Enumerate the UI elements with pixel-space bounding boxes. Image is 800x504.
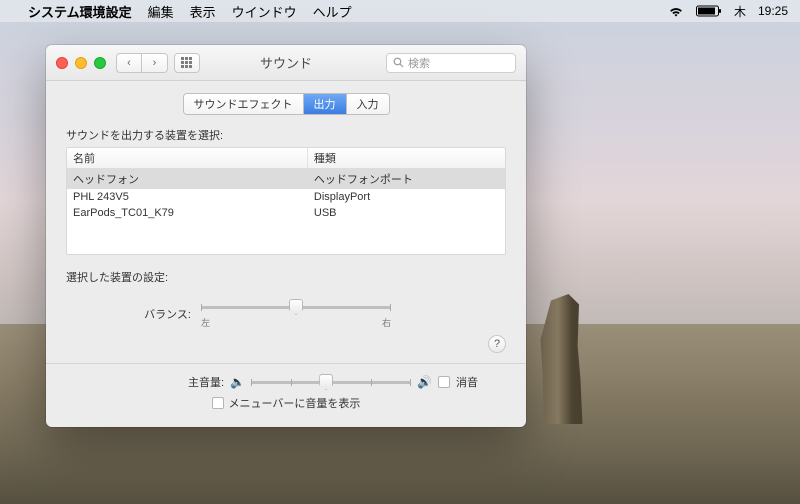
back-button[interactable]: ‹ <box>116 53 142 73</box>
menu-edit[interactable]: 編集 <box>148 2 174 21</box>
balance-right-label: 右 <box>382 316 391 329</box>
table-row[interactable]: PHL 243V5 DisplayPort <box>67 189 505 205</box>
device-select-label: サウンドを出力する装置を選択: <box>66 127 506 143</box>
column-type[interactable]: 種類 <box>308 148 505 168</box>
menu-help[interactable]: ヘルプ <box>313 2 352 21</box>
volume-slider[interactable] <box>251 374 411 390</box>
column-name[interactable]: 名前 <box>67 148 308 168</box>
search-placeholder: 検索 <box>408 55 430 71</box>
menubar: システム環境設定 編集 表示 ウインドウ ヘルプ 木 19:25 <box>0 0 800 22</box>
menu-view[interactable]: 表示 <box>190 2 216 21</box>
zoom-button[interactable] <box>94 57 106 69</box>
show-in-menubar-checkbox[interactable] <box>212 397 224 409</box>
volume-high-icon: 🔊 <box>417 375 432 389</box>
help-button[interactable]: ? <box>488 335 506 353</box>
app-name[interactable]: システム環境設定 <box>28 2 132 21</box>
preferences-window: ‹ › サウンド 検索 サウンドエフェクト 出力 入力 サウンドを出力する装置を… <box>46 45 526 427</box>
search-input[interactable]: 検索 <box>386 53 516 73</box>
battery-icon[interactable] <box>696 5 722 17</box>
tabs: サウンドエフェクト 出力 入力 <box>183 93 390 115</box>
forward-button[interactable]: › <box>142 53 168 73</box>
volume-low-icon: 🔈 <box>230 375 245 389</box>
menubar-day: 木 <box>734 3 746 20</box>
search-icon <box>393 57 404 68</box>
device-table: 名前 種類 ヘッドフォン ヘッドフォンポート PHL 243V5 Display… <box>66 147 506 255</box>
tab-sound-effects[interactable]: サウンドエフェクト <box>184 94 304 114</box>
show-in-menubar-label: メニューバーに音量を表示 <box>229 395 361 411</box>
show-all-button[interactable] <box>174 53 200 73</box>
minimize-button[interactable] <box>75 57 87 69</box>
traffic-lights <box>56 57 106 69</box>
menubar-time: 19:25 <box>758 4 788 18</box>
table-row[interactable]: EarPods_TC01_K79 USB <box>67 205 505 221</box>
volume-label: 主音量: <box>94 374 224 390</box>
mute-label: 消音 <box>456 374 478 390</box>
titlebar[interactable]: ‹ › サウンド 検索 <box>46 45 526 81</box>
balance-slider[interactable] <box>201 299 391 315</box>
wifi-icon[interactable] <box>668 6 684 17</box>
menu-window[interactable]: ウインドウ <box>232 2 297 21</box>
tab-input[interactable]: 入力 <box>347 94 389 114</box>
table-row[interactable]: ヘッドフォン ヘッドフォンポート <box>67 169 505 189</box>
settings-label: 選択した装置の設定: <box>66 269 506 285</box>
mute-checkbox[interactable] <box>438 376 450 388</box>
balance-left-label: 左 <box>201 316 210 329</box>
tab-output[interactable]: 出力 <box>304 94 347 114</box>
close-button[interactable] <box>56 57 68 69</box>
balance-label: バランス: <box>66 306 201 322</box>
